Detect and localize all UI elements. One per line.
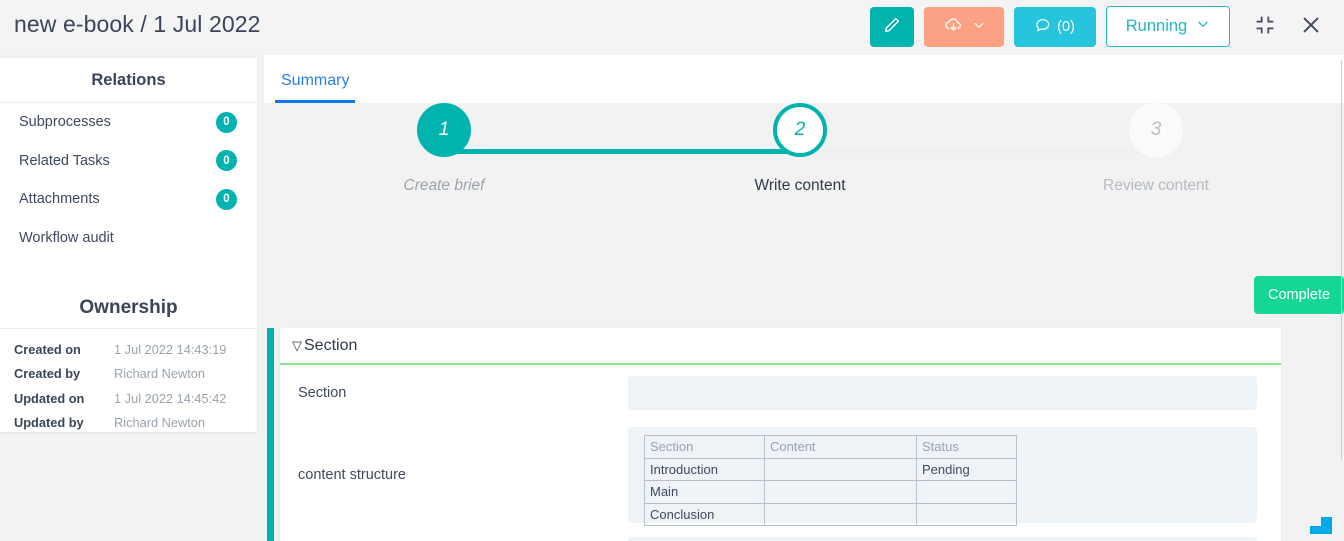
- form-row-content-structure: content structure Section Content Status: [280, 421, 1281, 529]
- tab-bar: Summary: [264, 55, 1344, 103]
- stepper-step-number: 1: [417, 103, 471, 157]
- table-header-row: Section Content Status: [644, 435, 1017, 459]
- status-label: Running: [1125, 17, 1188, 35]
- stepper-step-3[interactable]: 3 Review content: [1096, 103, 1216, 195]
- status-badge: 0: [216, 188, 237, 210]
- ownership-title: Ownership: [79, 297, 178, 318]
- table-cell-section[interactable]: Introduction: [644, 457, 765, 481]
- status-badge: 0: [216, 150, 237, 172]
- sidebar-item-label: Workflow audit: [19, 229, 114, 246]
- table-cell-section[interactable]: Main: [644, 480, 765, 504]
- table-row[interactable]: Introduction Pending: [644, 457, 1017, 481]
- form-row-section: Section: [280, 365, 1281, 421]
- top-bar-actions: (0) Running: [870, 6, 1326, 47]
- page-title: new e-book / 1 Jul 2022: [14, 11, 261, 37]
- form-row-comments: Comments: [280, 529, 1281, 541]
- table-column-header: Content: [764, 435, 917, 459]
- table-cell-content[interactable]: [764, 502, 917, 526]
- stepper-step-label: Write content: [754, 177, 846, 194]
- status-dropdown[interactable]: Running: [1106, 6, 1230, 47]
- table-row[interactable]: Main: [644, 480, 1017, 504]
- workflow-stepper: 1 Create brief 2 Write content 3 Review …: [264, 103, 1344, 223]
- status-badge: 0: [216, 111, 237, 133]
- ownership-key: Created by: [14, 366, 81, 382]
- stepper-step-number: 2: [773, 103, 827, 157]
- comment-icon: [1035, 17, 1051, 37]
- sidebar-item-label: Related Tasks: [19, 152, 110, 169]
- comments-input[interactable]: [628, 537, 1257, 541]
- fab-block-upper: [1321, 517, 1332, 534]
- table-cell-content[interactable]: [764, 480, 917, 504]
- caret-down-icon: ▽: [292, 337, 302, 353]
- table-column-header: Status: [916, 435, 1017, 459]
- close-icon: [1300, 14, 1322, 39]
- ownership-row: Created by Richard Newton: [0, 362, 257, 387]
- table-cell-section[interactable]: Conclusion: [644, 502, 765, 526]
- ownership-list: Created on 1 Jul 2022 14:43:19 Created b…: [0, 329, 257, 435]
- sidebar: Relations Subprocesses 0 Related Tasks 0…: [0, 58, 257, 432]
- sidebar-item-label: Subprocesses: [19, 114, 111, 131]
- section-input[interactable]: [628, 376, 1257, 410]
- complete-button[interactable]: Complete: [1254, 276, 1344, 314]
- table-column-header: Section: [644, 435, 765, 459]
- stepper-step-label: Review content: [1103, 177, 1209, 194]
- section-collapse-header[interactable]: ▽ Section: [280, 328, 1281, 365]
- chevron-down-icon: [1196, 17, 1210, 36]
- sidebar-item-related-tasks[interactable]: Related Tasks 0: [0, 142, 257, 181]
- form-accent-bar: [267, 328, 274, 541]
- main-content: Summary 1 Create brief 2 Write content 3…: [264, 55, 1344, 541]
- collapse-icon: [1255, 15, 1275, 38]
- table-cell-status[interactable]: Pending: [916, 457, 1017, 481]
- section-header-title: Section: [304, 336, 358, 354]
- edit-button[interactable]: [870, 6, 914, 47]
- content-structure-table[interactable]: Section Content Status Introduction Pend…: [644, 435, 1017, 526]
- ownership-value: Richard Newton: [114, 415, 206, 431]
- comments-button[interactable]: (0): [1014, 6, 1096, 47]
- table-cell-status[interactable]: [916, 502, 1017, 526]
- chevron-down-icon: [972, 18, 986, 35]
- ownership-row: Updated by Richard Newton: [0, 411, 257, 436]
- ownership-key: Created on: [14, 341, 81, 357]
- close-button[interactable]: [1296, 12, 1326, 42]
- fab-block-lower: [1310, 526, 1321, 534]
- form-field-label: content structure: [298, 467, 406, 483]
- ownership-key: Updated by: [14, 415, 84, 431]
- content-stage: 1 Create brief 2 Write content 3 Review …: [264, 103, 1344, 541]
- stepper-step-2[interactable]: 2 Write content: [740, 103, 860, 195]
- floating-action-corner-icon[interactable]: [1310, 517, 1332, 534]
- content-structure-input[interactable]: Section Content Status Introduction Pend…: [628, 427, 1257, 526]
- sidebar-item-attachments[interactable]: Attachments 0: [0, 180, 257, 219]
- ownership-value: 1 Jul 2022 14:45:42: [114, 390, 227, 406]
- sidebar-item-label: Attachments: [19, 191, 100, 208]
- download-button[interactable]: [924, 6, 1004, 47]
- table-cell-status[interactable]: [916, 480, 1017, 504]
- ownership-row: Created on 1 Jul 2022 14:43:19: [0, 337, 257, 362]
- table-row[interactable]: Conclusion: [644, 502, 1017, 526]
- table-cell-content[interactable]: [764, 457, 917, 481]
- tab-summary[interactable]: Summary: [275, 72, 356, 103]
- app-root: new e-book / 1 Jul 2022 (0) Running Rela…: [0, 0, 1344, 541]
- comments-count-label: (0): [1057, 18, 1075, 35]
- stepper-step-number: 3: [1129, 103, 1183, 157]
- ownership-value: Richard Newton: [114, 366, 206, 382]
- cloud-download-icon: [943, 15, 964, 39]
- collapse-button[interactable]: [1250, 12, 1280, 42]
- stepper-step-1[interactable]: 1 Create brief: [384, 103, 504, 195]
- form-field-label: Section: [298, 385, 347, 401]
- ownership-value: 1 Jul 2022 14:43:19: [114, 341, 227, 357]
- scrollbar-track[interactable]: [1341, 60, 1342, 460]
- stepper-step-label: Create brief: [403, 177, 485, 194]
- section-form-panel: ▽ Section Section content structure Sect…: [280, 328, 1281, 541]
- ownership-row: Updated on 1 Jul 2022 14:45:42: [0, 386, 257, 411]
- top-bar: new e-book / 1 Jul 2022 (0) Running: [0, 0, 1344, 54]
- relations-title: Relations: [91, 70, 166, 89]
- sidebar-item-workflow-audit[interactable]: Workflow audit: [0, 219, 257, 258]
- ownership-key: Updated on: [14, 390, 85, 406]
- sidebar-item-subprocesses[interactable]: Subprocesses 0: [0, 103, 257, 142]
- pencil-icon: [883, 16, 901, 37]
